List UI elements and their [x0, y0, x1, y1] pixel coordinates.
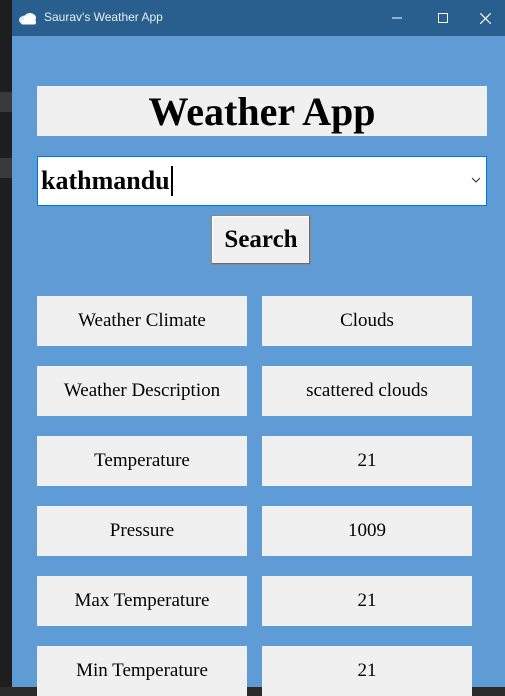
row-value: Clouds	[262, 296, 472, 346]
maximize-icon	[438, 13, 448, 23]
row-value: 1009	[262, 506, 472, 556]
city-input-value[interactable]: kathmandu	[41, 166, 173, 196]
minimize-icon	[392, 17, 402, 19]
weather-app-window: Saurav's Weather App Weather App kathman…	[12, 0, 505, 696]
row-value: 21	[262, 576, 472, 626]
cloud-icon	[19, 13, 36, 25]
row-label: Pressure	[37, 506, 247, 556]
title-bar[interactable]: Saurav's Weather App	[12, 0, 505, 36]
row-value: scattered clouds	[262, 366, 472, 416]
row-label: Min Temperature	[37, 646, 247, 696]
row-label: Weather Climate	[37, 296, 247, 346]
background-bar	[0, 158, 12, 178]
search-button[interactable]: Search	[211, 215, 311, 265]
city-combobox[interactable]: kathmandu	[37, 156, 487, 206]
window-title: Saurav's Weather App	[44, 10, 163, 24]
close-button[interactable]	[466, 0, 505, 36]
app-heading: Weather App	[37, 86, 487, 136]
row-label: Temperature	[37, 436, 247, 486]
minimize-button[interactable]	[374, 0, 420, 36]
row-label: Weather Description	[37, 366, 247, 416]
row-value: 21	[262, 646, 472, 696]
background-editor-strip	[0, 0, 12, 687]
chevron-down-icon[interactable]	[470, 172, 482, 188]
close-icon	[480, 12, 491, 24]
app-content: Weather App kathmandu Search Weather Cli…	[12, 36, 505, 696]
row-value: 21	[262, 436, 472, 486]
row-label: Max Temperature	[37, 576, 247, 626]
background-bar	[0, 92, 12, 112]
maximize-button[interactable]	[420, 0, 466, 36]
